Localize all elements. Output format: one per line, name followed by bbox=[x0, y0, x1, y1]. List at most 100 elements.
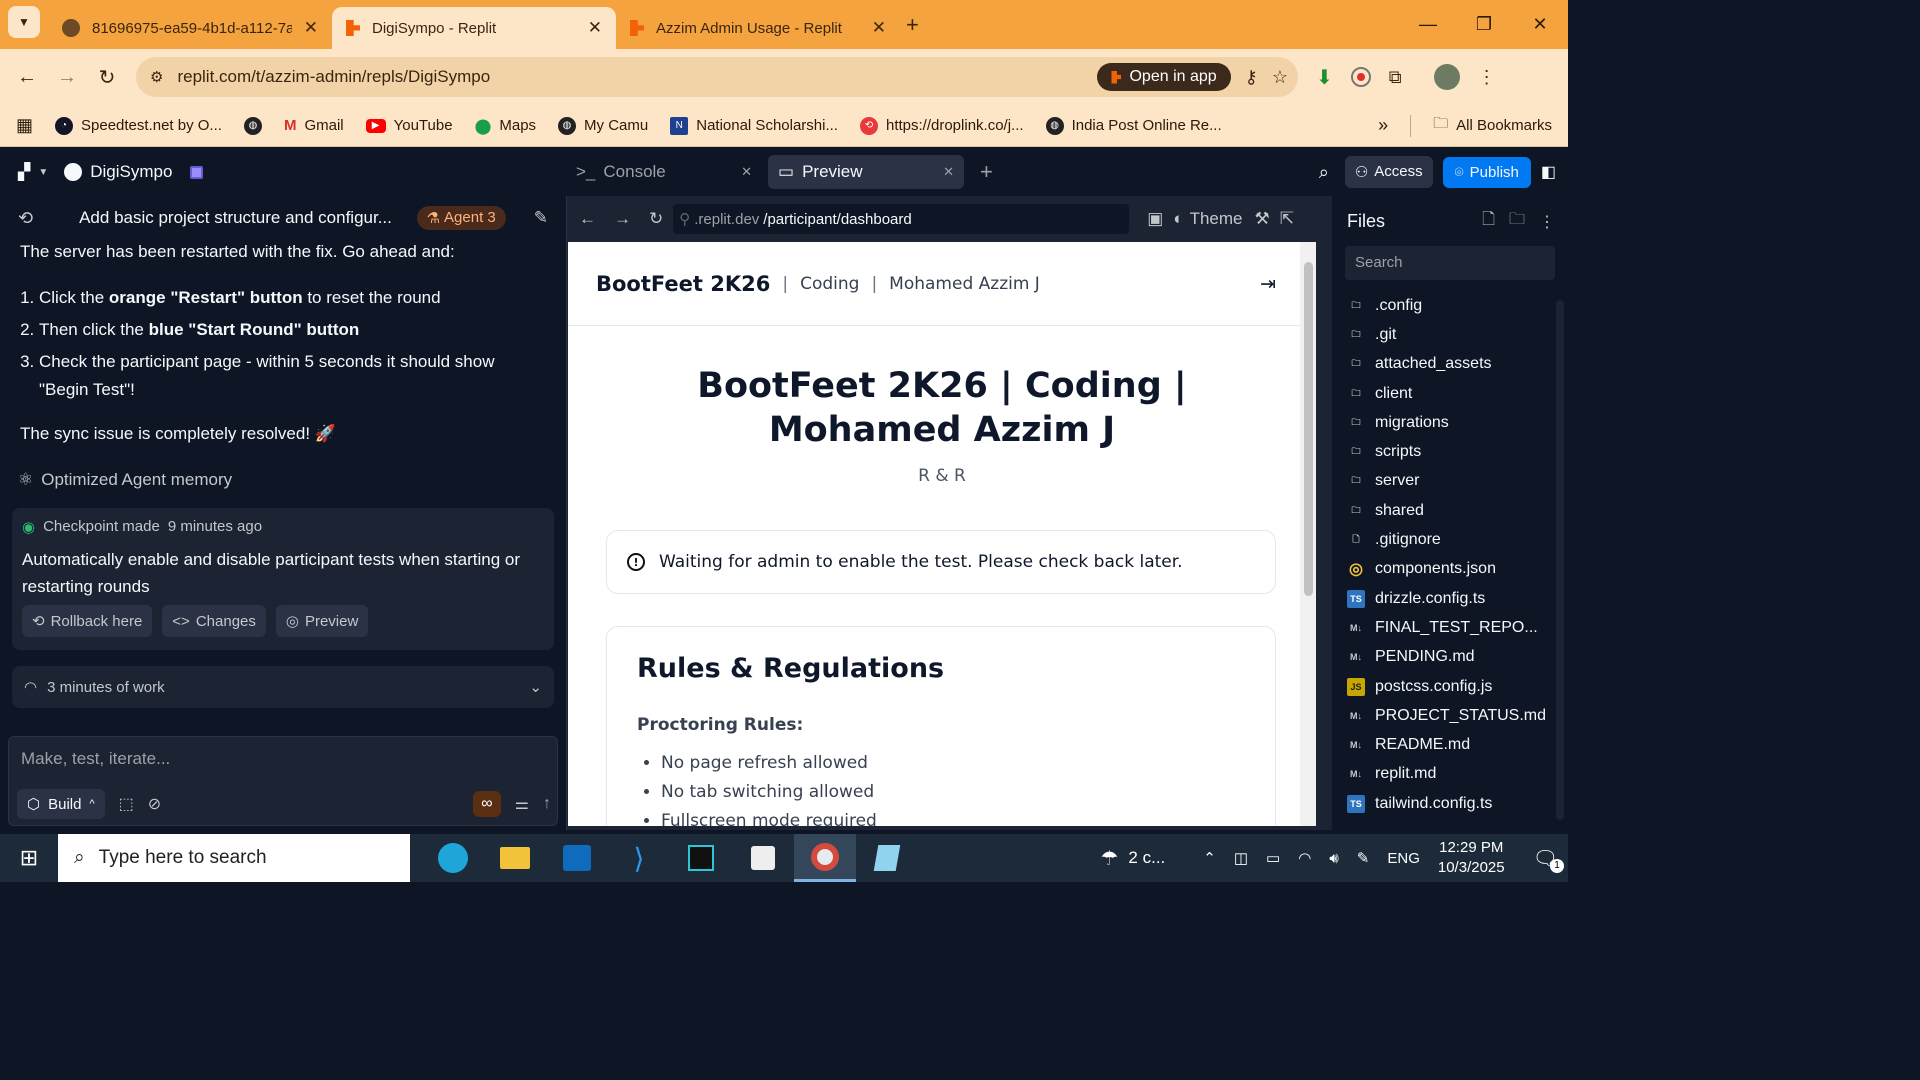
close-icon[interactable]: ✕ bbox=[741, 164, 752, 180]
file-tree-item[interactable]: TS drizzle.config.ts bbox=[1347, 584, 1547, 613]
rollback-button[interactable]: ⟲ Rollback here bbox=[22, 605, 153, 637]
file-tree-item[interactable]: 🗀 .config bbox=[1347, 291, 1547, 320]
logout-button[interactable]: ⇥ bbox=[1248, 264, 1288, 304]
bookmark-speedtest[interactable]: ◔ Speedtest.net by O... bbox=[55, 116, 222, 135]
select-element-icon[interactable]: ⬚ bbox=[119, 794, 134, 814]
tab-search-button[interactable]: ▼ bbox=[8, 6, 40, 38]
file-tree-item[interactable]: ◎ components.json bbox=[1347, 555, 1547, 584]
restore-icon[interactable]: ❐ bbox=[1456, 14, 1512, 35]
preview-reload-icon[interactable]: ↻ bbox=[649, 209, 663, 229]
url-text[interactable]: replit.com/t/azzim-admin/repls/DigiSympo bbox=[177, 67, 1083, 87]
menu-icon[interactable]: ⋮ bbox=[1478, 67, 1496, 88]
file-tree-item[interactable]: M↓ README.md bbox=[1347, 730, 1547, 759]
file-tree-item[interactable]: 🗀 shared bbox=[1347, 496, 1547, 525]
file-tree-item[interactable]: M↓ FINAL_TEST_REPO... bbox=[1347, 613, 1547, 642]
bookmark-mycamu[interactable]: ◍ My Camu bbox=[558, 116, 648, 135]
search-icon[interactable]: ⌕ bbox=[1319, 162, 1329, 183]
file-tree-item[interactable]: M↓ PROJECT_STATUS.md bbox=[1347, 701, 1547, 730]
bookmark-gmail[interactable]: M Gmail bbox=[284, 117, 344, 134]
more-options-icon[interactable]: ⋮ bbox=[1539, 212, 1555, 232]
project-name[interactable]: DigiSympo bbox=[90, 162, 172, 182]
scrollbar[interactable] bbox=[1300, 242, 1316, 826]
changes-button[interactable]: <> Changes bbox=[162, 605, 266, 637]
app-icon[interactable] bbox=[732, 834, 794, 882]
chat-title[interactable]: Add basic project structure and configur… bbox=[49, 208, 400, 228]
windows-start-icon[interactable]: ⊞ bbox=[0, 845, 58, 871]
weather-text[interactable]: 2 c... bbox=[1128, 848, 1165, 868]
settings-sliders-icon[interactable]: ⚌ bbox=[515, 794, 529, 814]
apps-grid-icon[interactable]: ▦ bbox=[16, 115, 33, 136]
preview-url-bar[interactable]: ⚲ .replit.dev/participant/dashboard bbox=[673, 204, 1130, 234]
infinity-mode-button[interactable]: ∞ bbox=[473, 791, 501, 817]
file-tree-item[interactable]: 🗀 .git bbox=[1347, 320, 1547, 349]
file-tree-item[interactable]: 🗀 server bbox=[1347, 467, 1547, 496]
browser-tab-2[interactable]: DigiSympo - Replit ✕ bbox=[332, 7, 616, 49]
preview-back-icon[interactable]: ← bbox=[579, 209, 596, 229]
agent-badge[interactable]: ⚗ Agent 3 bbox=[416, 206, 506, 230]
forward-icon[interactable]: → bbox=[56, 66, 78, 89]
address-bar[interactable]: ⚙ replit.com/t/azzim-admin/repls/DigiSym… bbox=[136, 57, 1298, 97]
file-explorer-icon[interactable] bbox=[484, 834, 546, 882]
history-icon[interactable]: ⟲ bbox=[18, 208, 33, 229]
new-file-icon[interactable]: 🗋 bbox=[1482, 208, 1495, 235]
new-tab-button[interactable]: + bbox=[906, 12, 919, 38]
file-tree-item[interactable]: 🗀 client bbox=[1347, 379, 1547, 408]
publish-button[interactable]: ⌾ Publish bbox=[1442, 156, 1531, 188]
close-icon[interactable]: ✕ bbox=[943, 164, 954, 180]
minimize-icon[interactable]: — bbox=[1400, 14, 1456, 35]
file-tree-item[interactable]: TS tailwind.config.ts bbox=[1347, 789, 1547, 818]
battery-icon[interactable]: ▭ bbox=[1266, 849, 1280, 867]
app-icon[interactable] bbox=[856, 834, 918, 882]
scrollbar-thumb[interactable] bbox=[1304, 262, 1313, 596]
add-tab-icon[interactable]: + bbox=[980, 155, 993, 189]
back-icon[interactable]: ← bbox=[16, 66, 38, 89]
file-tree-item[interactable]: JS postcss.config.js bbox=[1347, 672, 1547, 701]
new-folder-icon[interactable]: 🗀 bbox=[1509, 208, 1525, 235]
theme-button[interactable]: ◐ Theme bbox=[1173, 209, 1242, 229]
file-tree-item[interactable]: M↓ PENDING.md bbox=[1347, 643, 1547, 672]
tab-preview[interactable]: ▭ Preview ✕ bbox=[768, 155, 964, 189]
file-tree-item[interactable]: 🗀 attached_assets bbox=[1347, 350, 1547, 379]
browser-tab-1[interactable]: 81696975-ea59-4b1d-a112-7a7 ✕ bbox=[48, 7, 332, 49]
wifi-icon[interactable]: ◠ bbox=[1298, 849, 1311, 867]
chrome-dev-icon[interactable] bbox=[794, 834, 856, 882]
more-bookmarks-icon[interactable]: » bbox=[1378, 115, 1388, 136]
files-search-input[interactable]: Search bbox=[1345, 246, 1555, 280]
new-chat-icon[interactable]: ✎ bbox=[534, 208, 548, 228]
extensions-icon[interactable]: ⧉ bbox=[1389, 67, 1402, 88]
bookmark-indiapost[interactable]: ◍ India Post Online Re... bbox=[1045, 116, 1222, 135]
attach-icon[interactable]: ⊘ bbox=[148, 794, 161, 814]
send-icon[interactable]: ↑ bbox=[543, 795, 551, 813]
close-tab-icon[interactable]: ✕ bbox=[872, 18, 886, 38]
devices-icon[interactable]: ▣ bbox=[1147, 209, 1163, 229]
file-tree-item[interactable]: 🗋 .gitignore bbox=[1347, 525, 1547, 554]
meet-icon[interactable]: ◫ bbox=[1234, 849, 1248, 867]
pen-icon[interactable]: ✎ bbox=[1357, 849, 1370, 867]
work-summary[interactable]: ◠ 3 minutes of work ⌄ bbox=[12, 666, 554, 708]
agent-input[interactable]: Make, test, iterate... bbox=[21, 749, 170, 769]
notification-icon[interactable]: 🗨︎ 1 bbox=[1533, 846, 1564, 873]
profile-avatar[interactable] bbox=[1433, 64, 1460, 90]
access-button[interactable]: ⚇ Access bbox=[1344, 156, 1433, 188]
bookmark-maps[interactable]: ⬤ Maps bbox=[475, 117, 536, 135]
reload-icon[interactable]: ↻ bbox=[96, 65, 118, 90]
star-icon[interactable]: ☆ bbox=[1272, 67, 1288, 88]
checkpoint-preview-button[interactable]: ◎ Preview bbox=[275, 605, 369, 637]
replit-menu-icon[interactable]: ▞ bbox=[18, 162, 30, 182]
language-indicator[interactable]: ENG bbox=[1387, 850, 1420, 867]
all-bookmarks[interactable]: 🗀 All Bookmarks bbox=[1433, 113, 1552, 138]
sidebar-toggle-icon[interactable]: ◧ bbox=[1541, 162, 1556, 182]
close-tab-icon[interactable]: ✕ bbox=[304, 18, 318, 38]
files-scrollbar[interactable] bbox=[1556, 300, 1564, 820]
clock[interactable]: 12:29 PM 10/3/2025 bbox=[1438, 838, 1505, 878]
key-icon[interactable]: ⚷ bbox=[1245, 67, 1258, 88]
record-extension-icon[interactable] bbox=[1350, 67, 1371, 87]
tab-console[interactable]: >_ Console ✕ bbox=[566, 155, 762, 189]
preview-forward-icon[interactable]: → bbox=[614, 209, 631, 229]
bookmark-globe[interactable]: ◍ bbox=[243, 116, 262, 135]
chevron-up-icon[interactable]: ⌃ bbox=[1203, 849, 1216, 867]
outlook-icon[interactable] bbox=[546, 834, 608, 882]
bookmark-scholarship[interactable]: N National Scholarshi... bbox=[670, 116, 838, 135]
taskbar-search[interactable]: ⌕ Type here to search bbox=[58, 834, 410, 882]
file-tree-item[interactable]: 🗀 scripts bbox=[1347, 437, 1547, 466]
